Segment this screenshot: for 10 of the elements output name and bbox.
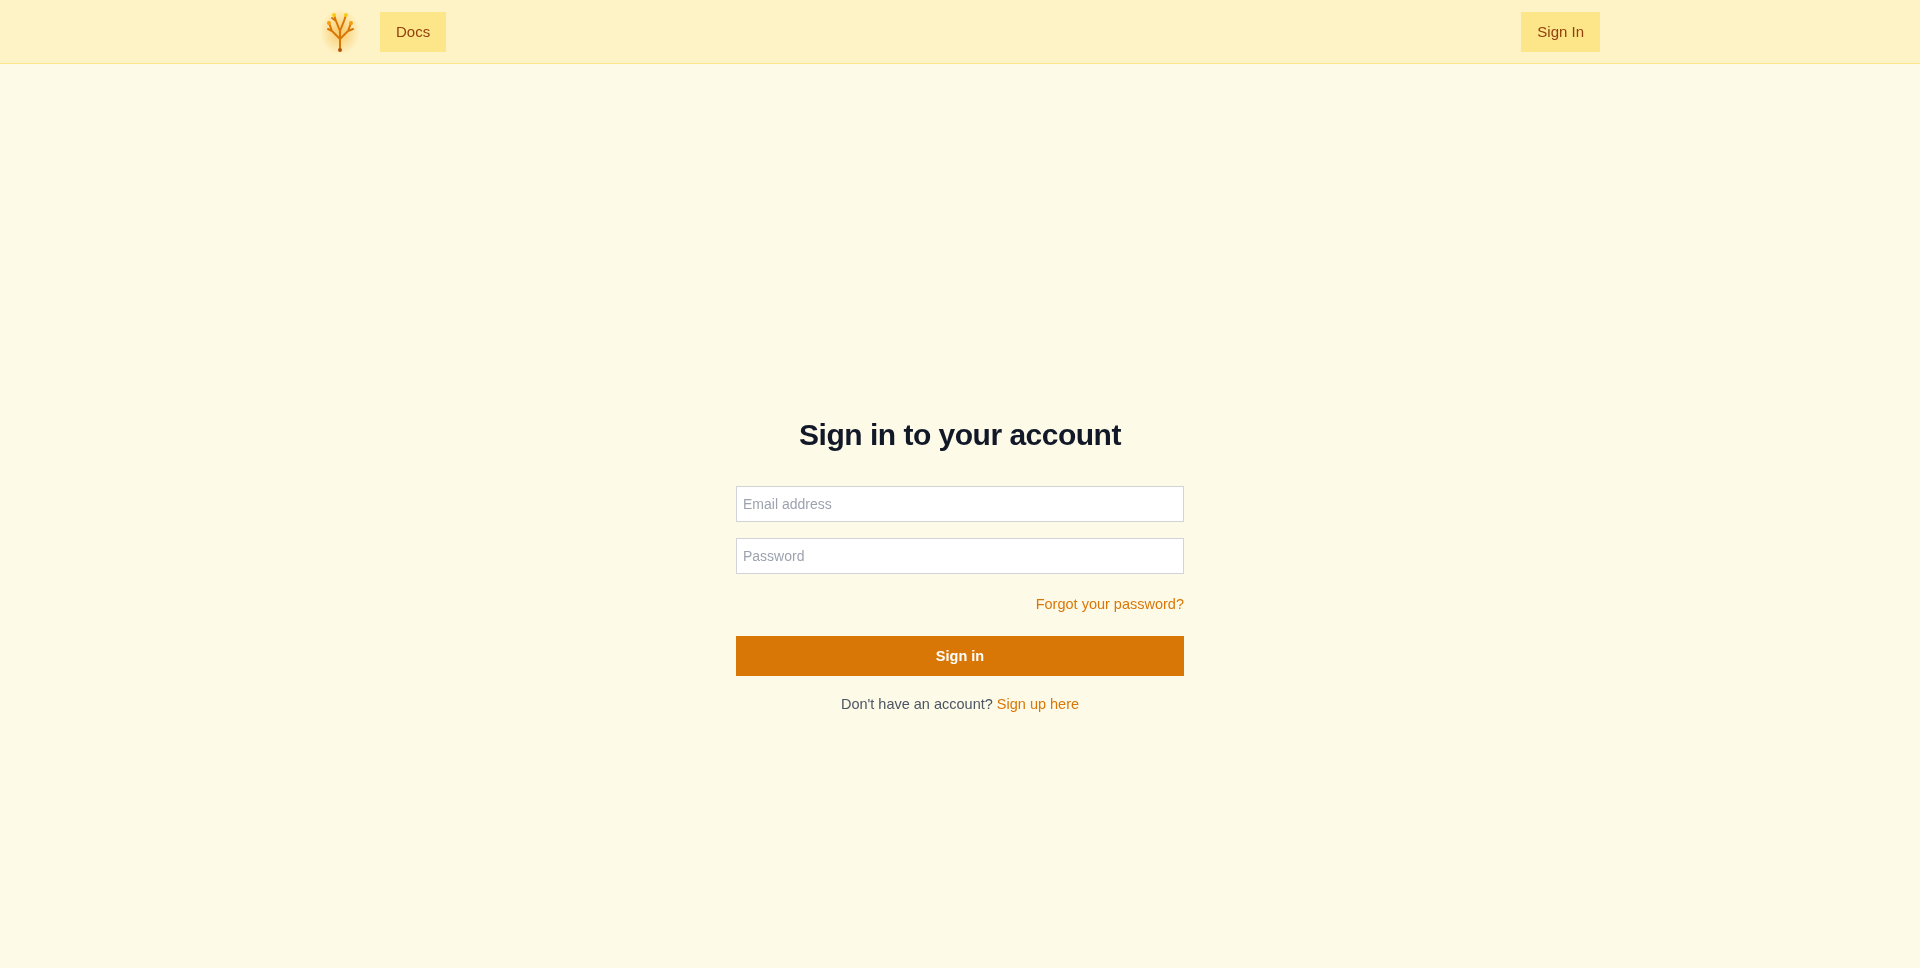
forgot-password-link[interactable]: Forgot your password? [1035,596,1184,612]
sign-in-link[interactable]: Sign In [1521,11,1600,52]
docs-link[interactable]: Docs [380,11,447,52]
email-field[interactable]: Email address [736,486,1184,522]
page-title: Sign in to your account [799,418,1121,452]
sign-in-button[interactable]: Sign in [736,636,1184,676]
sign-up-link[interactable]: Sign up here [996,696,1080,712]
logo-icon[interactable] [320,8,360,55]
password-field[interactable]: Password [736,538,1184,574]
signup-prompt: Don't have an account? Sign up here [839,696,1081,712]
